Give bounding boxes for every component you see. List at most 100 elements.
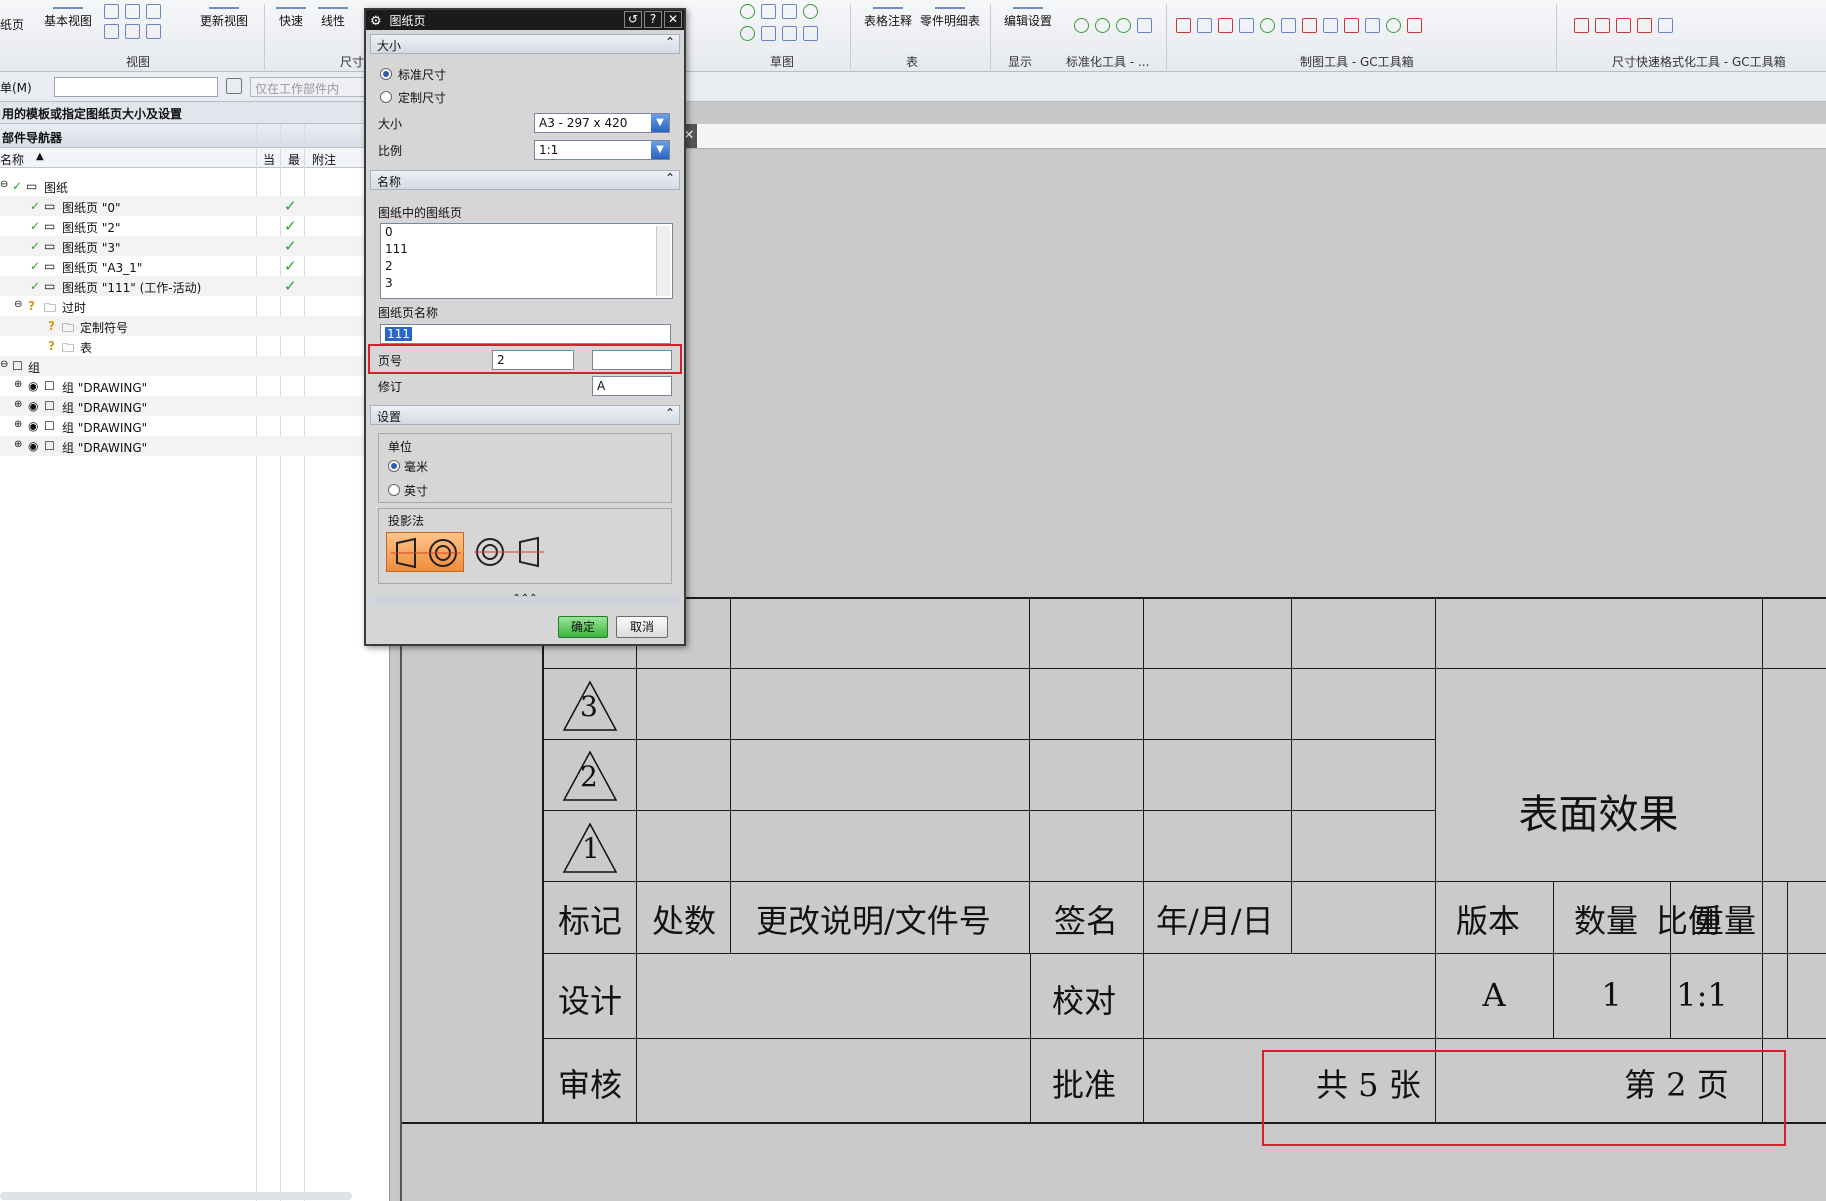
reset-icon[interactable]: ↺ [624, 11, 642, 28]
header-count: 处数 [652, 902, 717, 940]
group-display: 显示 [1008, 55, 1033, 69]
revision-number: 1 [582, 832, 600, 865]
label-mm: 毫米 [404, 460, 429, 474]
list-item[interactable]: 2 [381, 258, 672, 275]
section-settings[interactable]: 设置 ⌃ [370, 405, 680, 425]
section-name[interactable]: 名称 ⌃ [370, 170, 680, 190]
size-dropdown[interactable]: A3 - 297 x 420 ▼ [534, 113, 670, 133]
label-sheets: 图纸中的图纸页 [378, 206, 463, 220]
ribbon-edge-label[interactable]: 纸页 [0, 16, 24, 33]
dialog-title: 图纸页 [389, 14, 426, 28]
tree-node-sheet[interactable]: ✓ ▭ 图纸页 "3" ✓ [0, 236, 390, 256]
scale-dropdown[interactable]: 1:1 ▼ [534, 140, 670, 160]
table-line [543, 810, 1435, 811]
check-icon: ✓ [284, 217, 297, 235]
check-icon: ✓ [284, 197, 297, 215]
table-line [543, 881, 1826, 882]
filter-icon[interactable] [226, 78, 242, 94]
selection-filter-dropdown[interactable] [54, 77, 218, 97]
list-item[interactable]: 111 [381, 241, 672, 258]
third-angle-projection-button[interactable] [470, 532, 548, 572]
group-view: 视图 [126, 55, 151, 69]
tree-node-outdated[interactable]: ⊖? 🗀 过时 [0, 296, 390, 316]
highlight-box [368, 344, 682, 374]
chevron-down-icon[interactable]: ▼ [651, 114, 669, 132]
parts-list-button[interactable]: 零件明细表 [920, 0, 980, 29]
more-options-icon[interactable]: ⌃⌃⌃ [370, 594, 680, 606]
table-line [1762, 597, 1763, 1123]
highlight-box [1262, 1050, 1786, 1146]
table-line [543, 953, 1826, 954]
tree-node-sheet[interactable]: ✓ ▭ 图纸页 "0" ✓ [0, 196, 390, 216]
radio-inch[interactable] [388, 484, 400, 496]
col-latest[interactable]: 最 [288, 151, 300, 168]
table-line [543, 668, 1826, 669]
tree-node-sheet[interactable]: ✓ ▭ 图纸页 "A3_1" ✓ [0, 256, 390, 276]
header-version: 版本 [1456, 902, 1521, 940]
tree-node-group[interactable]: ⊕ ◉ ☐ 组 "DRAWING" [0, 436, 390, 456]
part-navigator: 部件导航器 名称 ▲ 当 最 附注 ⊖ ✓ ▭ 图纸 ✓ ▭ 图纸页 "0" ✓ ✓ ▭ 图纸页… [0, 124, 390, 1201]
chevron-down-icon[interactable]: ▼ [651, 141, 669, 159]
basic-view-button[interactable]: 基本视图 [44, 0, 92, 29]
check-icon: ✓ [284, 237, 297, 255]
group-table: 表 [906, 55, 919, 69]
revision-number: 2 [580, 760, 598, 793]
linear-dimension-button[interactable]: 线性 [318, 0, 348, 29]
tree-node-table[interactable]: ? 🗀 表 [0, 336, 390, 356]
tree-node-group[interactable]: ⊕ ◉ ☐ 组 "DRAWING" [0, 376, 390, 396]
label-custom-size: 定制尺寸 [398, 91, 447, 105]
tree-node-custom-symbol[interactable]: ? 🗀 定制符号 [0, 316, 390, 336]
parts-list-icon [935, 0, 965, 9]
sheet-name-input[interactable]: 111 [380, 324, 671, 344]
version-value: A [1482, 976, 1506, 1014]
col-current[interactable]: 当 [263, 151, 275, 168]
view-icons-row2 [104, 24, 161, 39]
col-name[interactable]: 名称 [0, 151, 24, 168]
ok-button[interactable]: 确定 [558, 616, 608, 638]
cancel-button[interactable]: 取消 [616, 616, 668, 638]
dialog-titlebar: ⚙ 图纸页 ↺ ? ✕ [366, 10, 684, 30]
header-mark: 标记 [558, 902, 623, 940]
collapse-icon[interactable]: ⌃ [665, 35, 675, 49]
tree-node-group[interactable]: ⊕ ◉ ☐ 组 "DRAWING" [0, 416, 390, 436]
first-angle-projection-button[interactable] [386, 532, 464, 572]
table-line [543, 739, 1435, 740]
help-icon[interactable]: ? [644, 11, 662, 28]
header-date: 年/月/日 [1156, 902, 1274, 940]
radio-mm[interactable] [388, 460, 400, 472]
list-item[interactable]: 3 [381, 275, 672, 292]
sheet-list[interactable]: 0 111 2 3 [380, 223, 673, 299]
tree-node-group[interactable]: ⊕ ◉ ☐ 组 "DRAWING" [0, 396, 390, 416]
radio-standard-size[interactable] [380, 68, 392, 80]
label-inch: 英寸 [404, 484, 429, 498]
tree-node-drawings[interactable]: ⊖ ✓ ▭ 图纸 [0, 176, 390, 196]
basic-view-icon [53, 0, 83, 9]
radio-custom-size[interactable] [380, 91, 392, 103]
list-item[interactable]: 0 [381, 224, 672, 241]
label-units: 单位 [388, 440, 413, 454]
tree-node-sheet-active[interactable]: ✓ ▭ 图纸页 "111" (工作-活动) ✓ [0, 276, 390, 296]
tree-node-sheet[interactable]: ✓ ▭ 图纸页 "2" ✓ [0, 216, 390, 236]
revision-number: 3 [580, 690, 598, 723]
revision-input[interactable]: A [592, 376, 672, 396]
ribbon-separator [1556, 4, 1557, 70]
quick-dimension-icon [276, 0, 306, 9]
label-design: 设计 [558, 982, 623, 1020]
tree-node-groups[interactable]: ⊖ ☐ 组 [0, 356, 390, 376]
check-icon: ✓ [284, 277, 297, 295]
close-icon[interactable]: ✕ [664, 11, 682, 28]
collapse-icon[interactable]: ⌃ [665, 406, 675, 420]
sort-up-icon[interactable]: ▲ [36, 151, 44, 162]
gear-icon: ⚙ [370, 14, 382, 29]
collapse-icon[interactable]: ⌃ [665, 171, 675, 185]
section-size[interactable]: 大小 ⌃ [370, 34, 680, 54]
table-note-button[interactable]: 表格注释 [864, 0, 912, 29]
quick-dimension-button[interactable]: 快速 [276, 0, 306, 29]
edit-settings-button[interactable]: 编辑设置 [1004, 0, 1052, 29]
navigator-scrollbar[interactable] [0, 1192, 352, 1200]
col-notes[interactable]: 附注 [312, 151, 336, 168]
table-line [543, 1038, 1826, 1039]
menu-button[interactable]: 单(M) [0, 79, 32, 96]
update-view-button[interactable]: 更新视图 [200, 0, 248, 29]
list-scrollbar[interactable] [656, 226, 670, 296]
